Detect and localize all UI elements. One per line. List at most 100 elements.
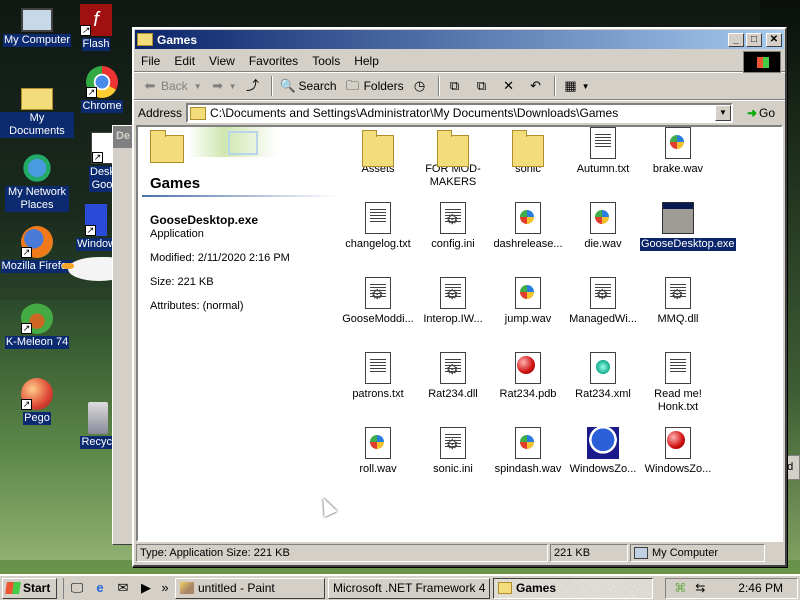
desktop-icon-recycle-bin[interactable]: Recycl xyxy=(80,402,116,449)
desktop-icon-chrome[interactable]: ↗ Chrome xyxy=(76,66,128,113)
desktop-icon-window[interactable]: ↗ Window xyxy=(76,204,118,251)
file-item[interactable]: WindowsZo... xyxy=(565,427,641,476)
file-item[interactable]: FOR MOD-MAKERS xyxy=(415,127,491,189)
sonic-icon: ↗ xyxy=(85,204,107,236)
media-file-icon xyxy=(515,277,541,309)
file-item[interactable]: Rat234.pdb xyxy=(490,352,566,401)
minimize-button[interactable]: _ xyxy=(728,32,744,47)
copy-to-button[interactable]: ⧉ xyxy=(470,75,497,97)
views-button[interactable]: ▦ ▼ xyxy=(559,75,594,97)
desktop-icon-my-documents[interactable]: My Documents xyxy=(0,80,74,138)
file-item[interactable]: Rat234.xml xyxy=(565,352,641,401)
windows-logo-icon xyxy=(743,51,781,73)
explorer-window[interactable]: Games _ □ ✕ File Edit View Favorites Too… xyxy=(132,27,787,567)
media-player-icon[interactable]: ▶ xyxy=(137,579,155,597)
desktop-icon-my-network-places[interactable]: My Network Places xyxy=(0,152,74,212)
file-item[interactable]: Rat234.dll xyxy=(415,352,491,401)
copy-to-icon: ⧉ xyxy=(476,78,487,93)
address-value: C:\Documents and Settings\Administrator\… xyxy=(210,106,619,120)
desktop-icon-flash[interactable]: f ↗ Flash xyxy=(76,4,116,51)
file-item[interactable]: changelog.txt xyxy=(340,202,416,251)
title-bar[interactable]: Games _ □ ✕ xyxy=(135,30,784,49)
menu-tools[interactable]: Tools xyxy=(305,54,347,68)
media-file-icon xyxy=(590,202,616,234)
menu-view[interactable]: View xyxy=(202,54,242,68)
computer-icon xyxy=(634,547,648,559)
recycle-bin-icon xyxy=(88,402,108,434)
file-item[interactable]: Interop.IW... xyxy=(415,277,491,326)
dll-file-icon xyxy=(365,277,391,309)
status-size: 221 KB xyxy=(550,544,628,562)
up-folder-icon: ⤴ xyxy=(246,78,260,93)
search-icon: 🔍 xyxy=(279,78,296,93)
file-item[interactable]: GooseDesktop.exe xyxy=(640,202,736,251)
file-item[interactable]: Autumn.txt xyxy=(565,127,641,176)
views-icon: ▦ xyxy=(564,78,577,93)
file-item[interactable]: sonic.ini xyxy=(415,427,491,476)
folders-button[interactable]: 🗀 Folders xyxy=(341,75,408,97)
start-label: Start xyxy=(23,581,51,595)
search-button[interactable]: 🔍 Search xyxy=(276,75,341,97)
move-to-button[interactable]: ⧉ xyxy=(443,75,470,97)
undo-button[interactable]: ↶ xyxy=(524,75,551,97)
file-name: Interop.IW... xyxy=(423,313,483,325)
maximize-button[interactable]: □ xyxy=(746,32,762,47)
menu-edit[interactable]: Edit xyxy=(167,54,202,68)
back-button[interactable]: ⬅ Back ▼ xyxy=(138,75,206,97)
xml-file-icon xyxy=(590,352,616,384)
history-button[interactable]: ◷ xyxy=(408,75,435,97)
desktop-icon-k-meleon[interactable]: ↗ K-Meleon 74 xyxy=(0,302,74,349)
menu-help[interactable]: Help xyxy=(347,54,386,68)
address-dropdown-button[interactable]: ▼ xyxy=(715,105,731,121)
task-button-dotnet-installer[interactable]: Microsoft .NET Framework 4 ... xyxy=(328,577,490,599)
file-item[interactable]: roll.wav xyxy=(340,427,416,476)
tray-network-icon[interactable]: ⇆ xyxy=(692,580,708,596)
delete-icon: ✕ xyxy=(503,78,515,93)
menu-favorites[interactable]: Favorites xyxy=(242,54,305,68)
shortcut-arrow-icon: ↗ xyxy=(86,87,97,98)
task-button-games[interactable]: Games xyxy=(493,577,653,599)
text-file-icon xyxy=(365,202,391,234)
file-item[interactable]: spindash.wav xyxy=(490,427,566,476)
file-item[interactable]: WindowsZo... xyxy=(640,427,716,476)
menu-file[interactable]: File xyxy=(134,54,167,68)
start-button[interactable]: Start xyxy=(2,577,57,599)
toolbar-separator xyxy=(553,76,556,96)
file-item[interactable]: ManagedWi... xyxy=(565,277,641,326)
file-grid: Assets FOR MOD-MAKERS sonic Autumn.txt brake… xyxy=(340,127,780,540)
file-item[interactable]: sonic xyxy=(490,127,566,176)
history-icon: ◷ xyxy=(413,78,426,93)
file-item[interactable]: Assets xyxy=(340,127,416,176)
close-button[interactable]: ✕ xyxy=(766,32,782,47)
file-item[interactable]: dashrelease... xyxy=(490,202,566,251)
folder-view[interactable]: Games GooseDesktop.exe Application Modif… xyxy=(136,125,783,542)
file-item[interactable]: jump.wav xyxy=(490,277,566,326)
file-item[interactable]: config.ini xyxy=(415,202,491,251)
go-arrow-icon: ➜ xyxy=(746,106,758,120)
dll-file-icon xyxy=(590,277,616,309)
outlook-express-icon[interactable]: ✉ xyxy=(114,579,132,597)
file-item[interactable]: MMQ.dll xyxy=(640,277,716,326)
file-item[interactable]: Read me! Honk.txt xyxy=(640,352,716,414)
task-button-paint[interactable]: untitled - Paint xyxy=(175,577,325,599)
chevron-right-icon[interactable]: » xyxy=(160,579,170,597)
file-name: ManagedWi... xyxy=(569,313,637,325)
desktop-icon-my-computer[interactable]: My Computer xyxy=(0,4,74,47)
shortcut-arrow-icon: ↗ xyxy=(21,323,32,334)
back-label: Back xyxy=(161,79,188,93)
desktop-icon-pego[interactable]: ↗ Pego xyxy=(0,378,74,425)
file-item[interactable]: patrons.txt xyxy=(340,352,416,401)
address-input[interactable]: C:\Documents and Settings\Administrator\… xyxy=(186,103,733,123)
show-desktop-icon[interactable]: 🖵 xyxy=(68,579,86,597)
go-button[interactable]: ➜ Go xyxy=(737,102,785,124)
tray-app-icon[interactable]: ⌘ xyxy=(672,580,688,596)
file-item[interactable]: brake.wav xyxy=(640,127,716,176)
file-item[interactable]: GooseModdi... xyxy=(340,277,416,326)
forward-button[interactable]: ➡ ▼ xyxy=(206,75,241,97)
media-file-icon xyxy=(515,427,541,459)
file-name: GooseModdi... xyxy=(342,313,414,325)
delete-button[interactable]: ✕ xyxy=(497,75,524,97)
up-folder-button[interactable]: ⤴ xyxy=(241,75,268,97)
file-item[interactable]: die.wav xyxy=(565,202,641,251)
internet-explorer-icon[interactable]: e xyxy=(91,579,109,597)
